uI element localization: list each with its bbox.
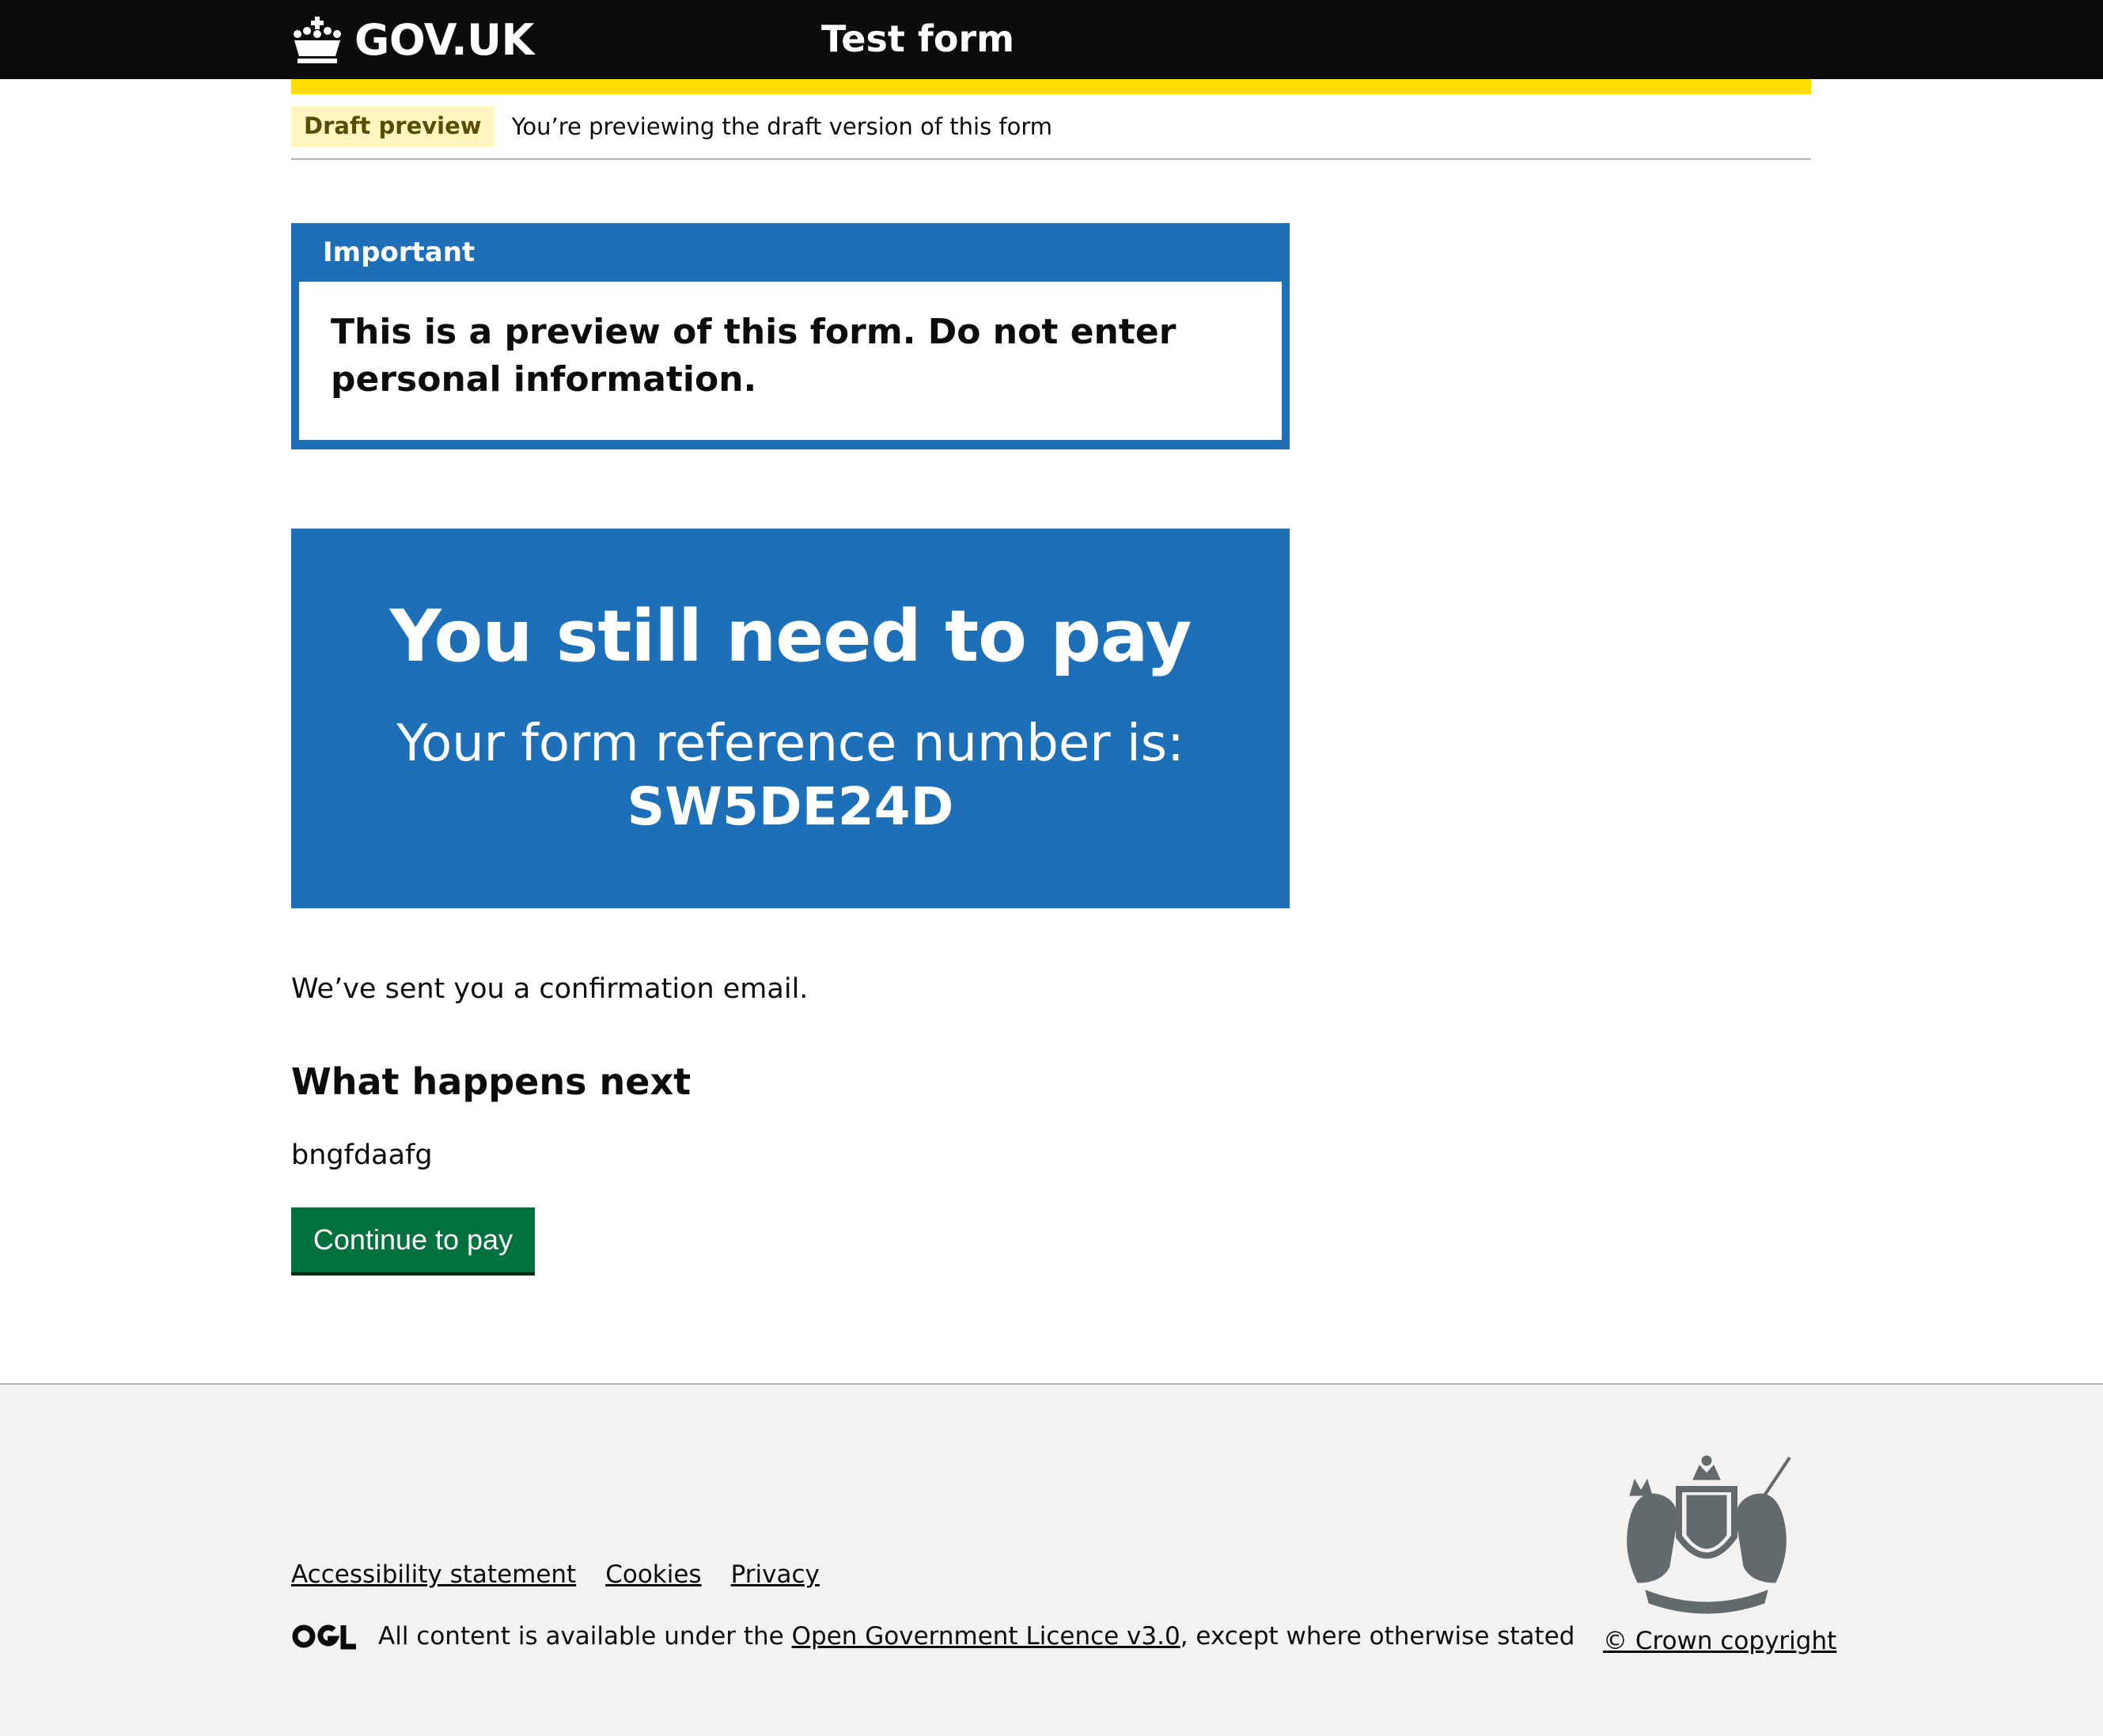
phase-banner: Draft preview You’re previewing the draf… bbox=[291, 106, 1811, 160]
site-footer: Accessibility statement Cookies Privacy … bbox=[0, 1383, 2103, 1736]
confirmation-email-text: We’ve sent you a confirmation email. bbox=[291, 973, 809, 1005]
footer-links: Accessibility statement Cookies Privacy bbox=[291, 1560, 849, 1589]
next-steps-text: bngfdaafg bbox=[291, 1139, 433, 1171]
licence-prefix: All content is available under the bbox=[378, 1622, 792, 1651]
licence-statement: All content is available under the Open … bbox=[291, 1622, 1574, 1651]
site-header: GOV.UK Test form bbox=[0, 0, 2103, 79]
phase-text: You’re previewing the draft version of t… bbox=[511, 113, 1053, 140]
phase-tag: Draft preview bbox=[291, 106, 494, 147]
notification-body: This is a preview of this form. Do not e… bbox=[299, 282, 1282, 440]
confirmation-panel: You still need to pay Your form referenc… bbox=[291, 529, 1290, 908]
accessibility-statement-link[interactable]: Accessibility statement bbox=[291, 1560, 576, 1589]
cookies-link[interactable]: Cookies bbox=[605, 1560, 701, 1589]
royal-coat-of-arms-icon bbox=[1627, 1455, 1791, 1614]
what-happens-next-heading: What happens next bbox=[291, 1060, 692, 1103]
licence-suffix: , except where otherwise stated bbox=[1180, 1622, 1575, 1651]
crown-icon bbox=[294, 17, 341, 63]
ogl-link[interactable]: Open Government Licence v3.0 bbox=[792, 1622, 1180, 1651]
logo-text: GOV.UK bbox=[354, 14, 534, 65]
govuk-logo-link[interactable]: GOV.UK bbox=[291, 9, 534, 70]
notification-banner: Important This is a preview of this form… bbox=[291, 223, 1290, 449]
service-name-link[interactable]: Test form bbox=[821, 17, 1014, 60]
crown-copyright-link[interactable]: © Crown copyright bbox=[1603, 1627, 1836, 1655]
panel-body: Your form reference number is: bbox=[396, 714, 1184, 773]
continue-to-pay-button[interactable]: Continue to pay bbox=[291, 1207, 535, 1272]
panel-title: You still need to pay bbox=[389, 595, 1192, 678]
notification-title: Important bbox=[323, 237, 476, 268]
header-accent-bar bbox=[291, 79, 1811, 94]
ogl-logo-icon bbox=[292, 1624, 356, 1650]
privacy-link[interactable]: Privacy bbox=[731, 1560, 820, 1589]
reference-number: SW5DE24D bbox=[627, 776, 954, 837]
